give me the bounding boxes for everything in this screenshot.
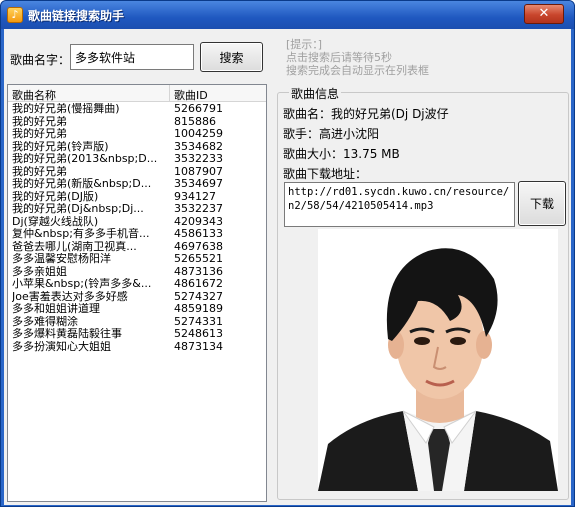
song-id-cell: 5266791 [174, 102, 223, 115]
song-name-cell: 多多温馨安慰杨阳洋 [12, 253, 111, 265]
song-name-cell: 我的好兄弟 [12, 165, 67, 178]
song-name-cell: 我的好兄弟(铃声版) [12, 140, 109, 153]
song-id-cell: 4873134 [174, 339, 223, 353]
list-item[interactable]: Dj(穿越火线战队) 4209343 [8, 215, 266, 229]
song-name-input[interactable] [70, 44, 194, 70]
list-item[interactable]: 复仲&nbsp;有多多手机音... 4586133 [8, 227, 266, 241]
song-name-cell: 我的好兄弟(新版&nbsp;D... [12, 178, 152, 190]
song-id-cell: 1004259 [174, 127, 223, 140]
song-id-cell: 5265521 [174, 252, 223, 265]
app-window: ♪ 歌曲链接搜索助手 ✕ 歌曲名字： 搜索 [提示：] 点击搜索后请等待5秒 搜… [0, 0, 575, 507]
list-item[interactable]: 我的好兄弟(慢摇舞曲) 5266791 [8, 102, 266, 116]
song-id-cell: 3532233 [174, 152, 223, 165]
song-id-cell: 4861672 [174, 277, 223, 290]
list-item[interactable]: 多多难得糊涂 5274331 [8, 315, 266, 329]
singer-info: 歌手：高进小沈阳 [283, 127, 380, 141]
song-name-cell: Joe害羞表达对多多好感 [12, 290, 128, 303]
song-name-cell: 多多爆料黄磊陆毅往事 [12, 328, 122, 340]
download-address-label: 歌曲下载地址： [283, 167, 368, 181]
song-name-cell: 多多扮演知心大姐姐 [12, 340, 111, 353]
list-item[interactable]: 我的好兄弟 1087907 [8, 165, 266, 179]
song-name-cell: 我的好兄弟(Dj&nbsp;Dj... [12, 203, 144, 215]
song-id-cell: 4586133 [174, 227, 223, 240]
close-button[interactable]: ✕ [524, 4, 564, 24]
list-rows: 我的好兄弟(慢摇舞曲) 5266791 我的好兄弟 815886 我的好兄弟 1004… [8, 102, 266, 354]
window-title: 歌曲链接搜索助手 [28, 9, 125, 23]
hint-line: [提示：] [286, 38, 323, 51]
list-item[interactable]: 我的好兄弟(DJ版) 934127 [8, 190, 266, 204]
list-item[interactable]: 多多扮演知心大姐姐 4873134 [8, 339, 266, 354]
song-name-cell: Dj(穿越火线战队) [12, 215, 99, 228]
app-icon: ♪ [7, 7, 23, 23]
song-name-label: 歌曲名字： [10, 53, 71, 67]
list-header: 歌曲名称 歌曲ID [8, 85, 266, 102]
song-name-cell: 我的好兄弟 [12, 128, 67, 140]
song-name-cell: 我的好兄弟(2013&nbsp;D... [12, 153, 158, 165]
list-item[interactable]: 多多亲姐姐 4873136 [8, 265, 266, 279]
client-area: 歌曲名字： 搜索 [提示：] 点击搜索后请等待5秒 搜索完成会自动显示在列表框 … [4, 29, 571, 505]
list-item[interactable]: Joe害羞表达对多多好感 5274327 [8, 290, 266, 304]
list-item[interactable]: 我的好兄弟(2013&nbsp;D... 3532233 [8, 152, 266, 166]
song-list[interactable]: 歌曲名称 歌曲ID 我的好兄弟(慢摇舞曲) 5266791 我的好兄弟 815886… [7, 84, 267, 502]
song-name-info: 歌曲名：我的好兄弟(Dj Dj波仔 [283, 107, 449, 121]
column-header-id[interactable]: 歌曲ID [174, 87, 208, 103]
hint-text: [提示：] 点击搜索后请等待5秒 搜索完成会自动显示在列表框 [286, 38, 429, 77]
list-item[interactable]: 我的好兄弟(Dj&nbsp;Dj... 3532237 [8, 202, 266, 216]
list-item[interactable]: 多多和姐姐讲道理 4859189 [8, 302, 266, 316]
song-id-cell: 4859189 [174, 302, 223, 315]
song-id-cell: 3532237 [174, 202, 223, 215]
song-name-cell: 我的好兄弟(DJ版) [12, 190, 99, 203]
song-id-cell: 5248613 [174, 327, 223, 340]
song-name-cell: 多多和姐姐讲道理 [12, 303, 100, 315]
song-size-info: 歌曲大小：13.75 MB [283, 147, 400, 161]
column-header-name[interactable]: 歌曲名称 [12, 87, 56, 103]
list-item[interactable]: 爸爸去哪儿(湖南卫视真... 4697638 [8, 240, 266, 254]
song-name-cell: 多多难得糊涂 [12, 315, 78, 328]
download-url-field[interactable]: http://rd01.sycdn.kuwo.cn/resource/n2/58… [284, 182, 515, 227]
hint-line: 点击搜索后请等待5秒 [286, 51, 392, 64]
title-bar[interactable]: ♪ 歌曲链接搜索助手 ✕ [1, 1, 574, 29]
song-name-cell: 我的好兄弟 [12, 115, 67, 128]
list-item[interactable]: 我的好兄弟 815886 [8, 115, 266, 129]
list-item[interactable]: 我的好兄弟 1004259 [8, 127, 266, 141]
list-item[interactable]: 我的好兄弟(新版&nbsp;D... 3534697 [8, 177, 266, 191]
download-button[interactable]: 下载 [518, 181, 566, 226]
song-info-group-title: 歌曲信息 [289, 85, 342, 102]
list-item[interactable]: 多多温馨安慰杨阳洋 5265521 [8, 252, 266, 266]
list-item[interactable]: 多多爆料黄磊陆毅往事 5248613 [8, 327, 266, 341]
song-name-cell: 小苹果&nbsp;(铃声多多&... [12, 278, 152, 290]
list-item[interactable]: 我的好兄弟(铃声版) 3534682 [8, 140, 266, 154]
singer-photo [318, 229, 558, 491]
search-button[interactable]: 搜索 [200, 42, 263, 72]
song-name-cell: 多多亲姐姐 [12, 265, 67, 278]
song-name-cell: 复仲&nbsp;有多多手机音... [12, 228, 150, 240]
column-divider[interactable] [169, 85, 170, 102]
song-id-cell: 3534697 [174, 177, 223, 190]
list-item[interactable]: 小苹果&nbsp;(铃声多多&... 4861672 [8, 277, 266, 291]
hint-line: 搜索完成会自动显示在列表框 [286, 64, 429, 77]
song-name-cell: 爸爸去哪儿(湖南卫视真... [12, 240, 137, 253]
song-name-cell: 我的好兄弟(慢摇舞曲) [12, 103, 120, 115]
